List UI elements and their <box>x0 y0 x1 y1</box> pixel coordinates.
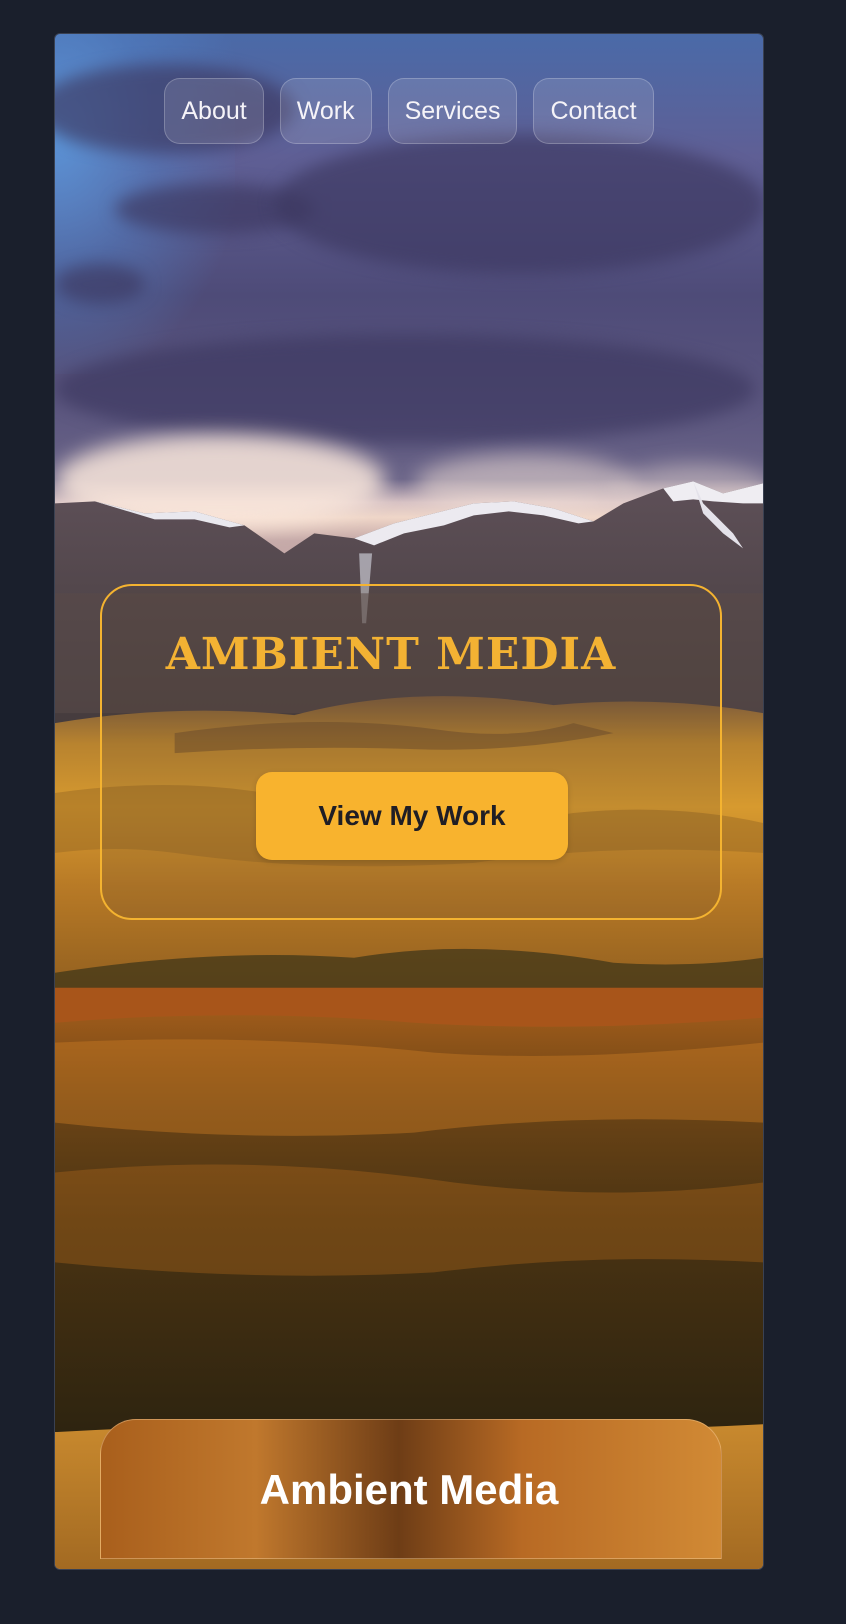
nav-contact-link[interactable]: Contact <box>533 78 654 144</box>
nav-work-link[interactable]: Work <box>279 78 372 144</box>
top-navigation: About Work Services Contact <box>55 78 763 144</box>
brand-title: AMBIENT MEDIA <box>165 629 617 680</box>
view-my-work-button[interactable]: View My Work <box>256 772 568 860</box>
footer-title: Ambient Media <box>259 1466 559 1513</box>
hero-section: About Work Services Contact AMBIENT MEDI… <box>54 33 764 1570</box>
nav-services-link[interactable]: Services <box>387 78 518 144</box>
nav-about-link[interactable]: About <box>164 78 264 144</box>
